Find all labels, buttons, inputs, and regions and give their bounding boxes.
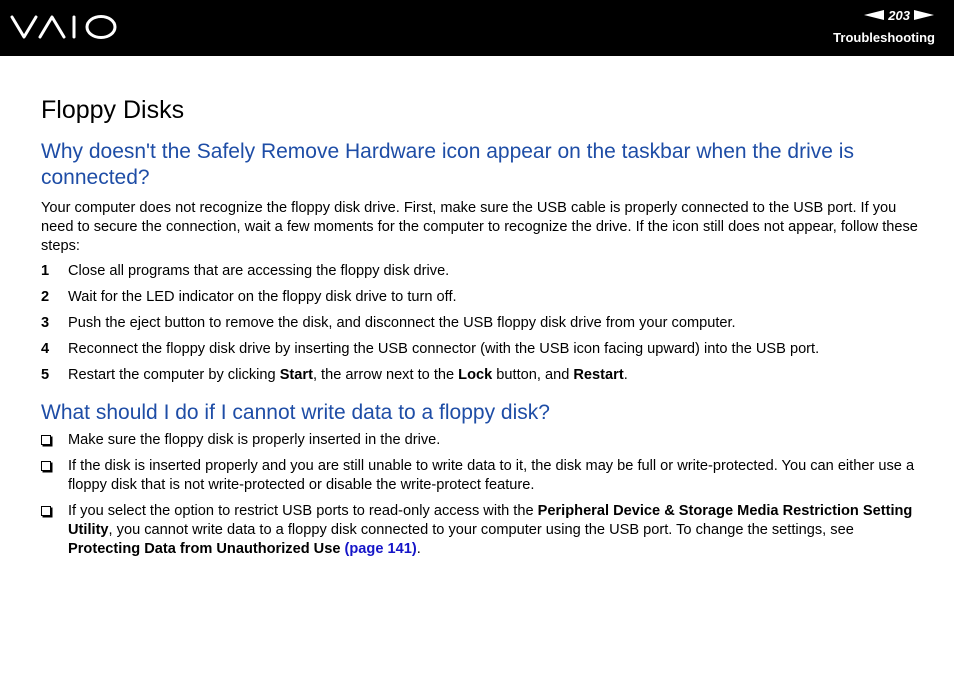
lock-term: Lock <box>458 366 493 383</box>
step-text: Push the eject button to remove the disk… <box>68 314 736 331</box>
list-item: 3 Push the eject button to remove the dis… <box>41 314 921 333</box>
start-term: Start <box>279 366 313 383</box>
next-page-arrow-icon[interactable] <box>914 10 934 20</box>
page-content: Floppy Disks Why doesn't the Safely Remo… <box>41 93 921 566</box>
section-name: Troubleshooting <box>833 30 935 45</box>
page-number: 203 <box>888 7 910 23</box>
text-segment: , you cannot write data to a floppy disk… <box>108 521 854 538</box>
checkbox-bullet-icon <box>41 434 51 445</box>
step-number: 3 <box>41 314 50 331</box>
bullet-text: If you select the option to restrict USB… <box>68 503 912 557</box>
step-text: Reconnect the floppy disk drive by inser… <box>68 340 820 357</box>
text-segment: Restart the computer by clicking <box>68 366 280 383</box>
previous-page-arrow-icon[interactable] <box>864 10 885 20</box>
page-title: Floppy Disks <box>41 96 185 124</box>
bullet-list: Make sure the floppy disk is properly in… <box>41 431 921 559</box>
list-item: 5 Restart the computer by clicking Start,… <box>41 366 921 385</box>
intro-paragraph: Your computer does not recognize the flo… <box>41 200 918 254</box>
reference-title: Protecting Data from Unauthorized Use <box>68 540 341 557</box>
text-segment: , the arrow next to the <box>312 366 459 383</box>
text-segment: If you select the option to restrict USB… <box>68 502 538 519</box>
step-text: Close all programs that are accessing th… <box>68 263 450 279</box>
steps-list: 1 Close all programs that are accessing t… <box>41 262 921 385</box>
list-item: 2 Wait for the LED indicator on the flopp… <box>41 288 921 307</box>
restart-term: Restart <box>573 366 624 383</box>
page-141-link[interactable]: (page 141) <box>345 541 417 557</box>
vaio-logo <box>10 12 120 47</box>
page-header: 203 Troubleshooting <box>0 0 954 56</box>
step-number: 2 <box>41 288 50 305</box>
text-segment: . <box>416 540 421 557</box>
page-navigation: 203 <box>864 6 934 24</box>
step-number: 1 <box>41 263 50 279</box>
list-item: If the disk is inserted properly and you… <box>41 457 921 495</box>
bullet-text: Make sure the floppy disk is properly in… <box>68 431 441 448</box>
text-segment: button, and <box>492 366 574 383</box>
list-item: If you select the option to restrict USB… <box>41 502 921 559</box>
list-item: 1 Close all programs that are accessing t… <box>41 262 921 281</box>
step-number: 4 <box>41 340 50 357</box>
question-heading-write-data: What should I do if I cannot write data … <box>41 400 550 424</box>
question-heading-safely-remove: Why doesn't the Safely Remove Hardware i… <box>41 140 854 189</box>
step-text: Wait for the LED indicator on the floppy… <box>68 288 457 305</box>
checkbox-bullet-icon <box>41 460 51 471</box>
step-text: Restart the computer by clicking Start, … <box>68 367 628 383</box>
checkbox-bullet-icon <box>41 505 51 516</box>
step-number: 5 <box>41 366 50 383</box>
text-segment: . <box>623 366 628 383</box>
list-item: Make sure the floppy disk is properly in… <box>41 431 921 450</box>
bullet-text: If the disk is inserted properly and you… <box>68 457 915 493</box>
list-item: 4 Reconnect the floppy disk drive by inse… <box>41 340 921 359</box>
